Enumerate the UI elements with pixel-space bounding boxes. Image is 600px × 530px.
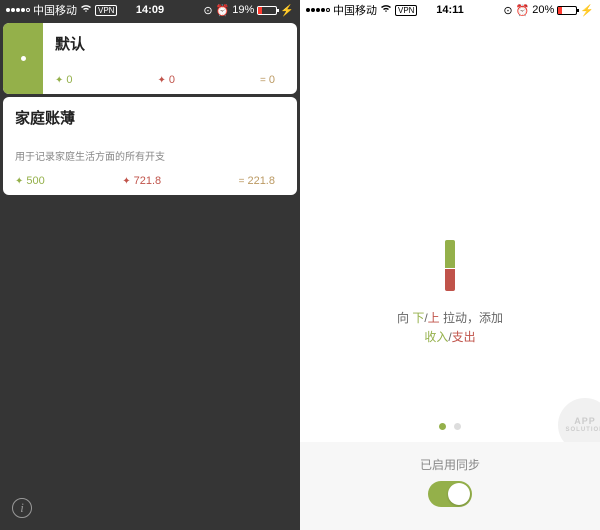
charging-icon: ⚡ [280,4,294,17]
income-stat: ✦0 [55,74,73,86]
expense-stat: ✦721.8 [122,175,161,187]
page-dot-active [439,423,446,430]
right-pane: 中国移动 VPN 14:11 ⊙ ⏰ 20% ⚡ 向 下/上 拉动，添加 收入/… [300,0,600,530]
status-time: 14:11 [436,4,464,16]
page-dot [454,423,461,430]
info-button[interactable]: i [12,498,32,518]
alarm-icon: ⊙ [503,4,512,17]
ledger-title: 家庭账薄 [15,107,285,128]
income-stat: ✦500 [15,175,45,187]
carrier-label: 中国移动 [33,2,77,18]
ledger-title: 默认 [55,33,285,54]
plus-icon: ✦ [55,75,63,86]
charging-icon: ⚡ [580,4,594,17]
pull-hint-area[interactable]: 向 下/上 拉动，添加 收入/支出 [300,240,600,347]
status-bar: 中国移动 VPN 14:09 ⊙ ⏰ 19% ⚡ [0,0,300,20]
sync-label: 已启用同步 [300,456,600,473]
ledger-accent [3,23,43,94]
signal-dots-icon [6,8,30,12]
pull-hint-text: 向 下/上 拉动，添加 收入/支出 [397,309,503,347]
page-indicator[interactable] [300,423,600,430]
sync-toggle[interactable] [428,481,472,507]
ledger-subtitle: 用于记录家庭生活方面的所有开支 [15,148,285,163]
sync-panel: 已启用同步 [300,442,600,530]
alarm-icon: ⊙ [203,4,212,17]
battery-pct: 19% [232,4,254,16]
vpn-badge: VPN [95,5,117,16]
ledger-card-family[interactable]: 家庭账薄 用于记录家庭生活方面的所有开支 ✦500 ✦721.8 =221.8 [3,97,297,195]
equals-icon: = [260,75,266,86]
alarm2-icon: ⏰ [216,4,230,17]
minus-icon: ✦ [158,75,166,86]
balance-stat: =221.8 [239,175,275,187]
battery-icon [257,6,277,15]
battery-icon [557,6,577,15]
wifi-icon [80,4,92,16]
status-bar: 中国移动 VPN 14:11 ⊙ ⏰ 20% ⚡ [300,0,600,20]
alarm2-icon: ⏰ [516,4,530,17]
battery-pct: 20% [532,4,554,16]
wifi-icon [380,4,392,16]
vpn-badge: VPN [395,5,417,16]
status-time: 14:09 [136,4,164,16]
ledger-card-default[interactable]: 默认 ✦0 ✦0 =0 [3,23,297,94]
minus-icon: ✦ [122,176,130,187]
expense-stat: ✦0 [158,74,176,86]
carrier-label: 中国移动 [333,2,377,18]
plus-icon: ✦ [15,176,23,187]
pull-indicator-icon [445,240,455,291]
left-pane: 中国移动 VPN 14:09 ⊙ ⏰ 19% ⚡ 默认 ✦0 ✦0 =0 家庭账… [0,0,300,530]
balance-stat: =0 [260,74,275,86]
signal-dots-icon [306,8,330,12]
equals-icon: = [239,176,245,187]
